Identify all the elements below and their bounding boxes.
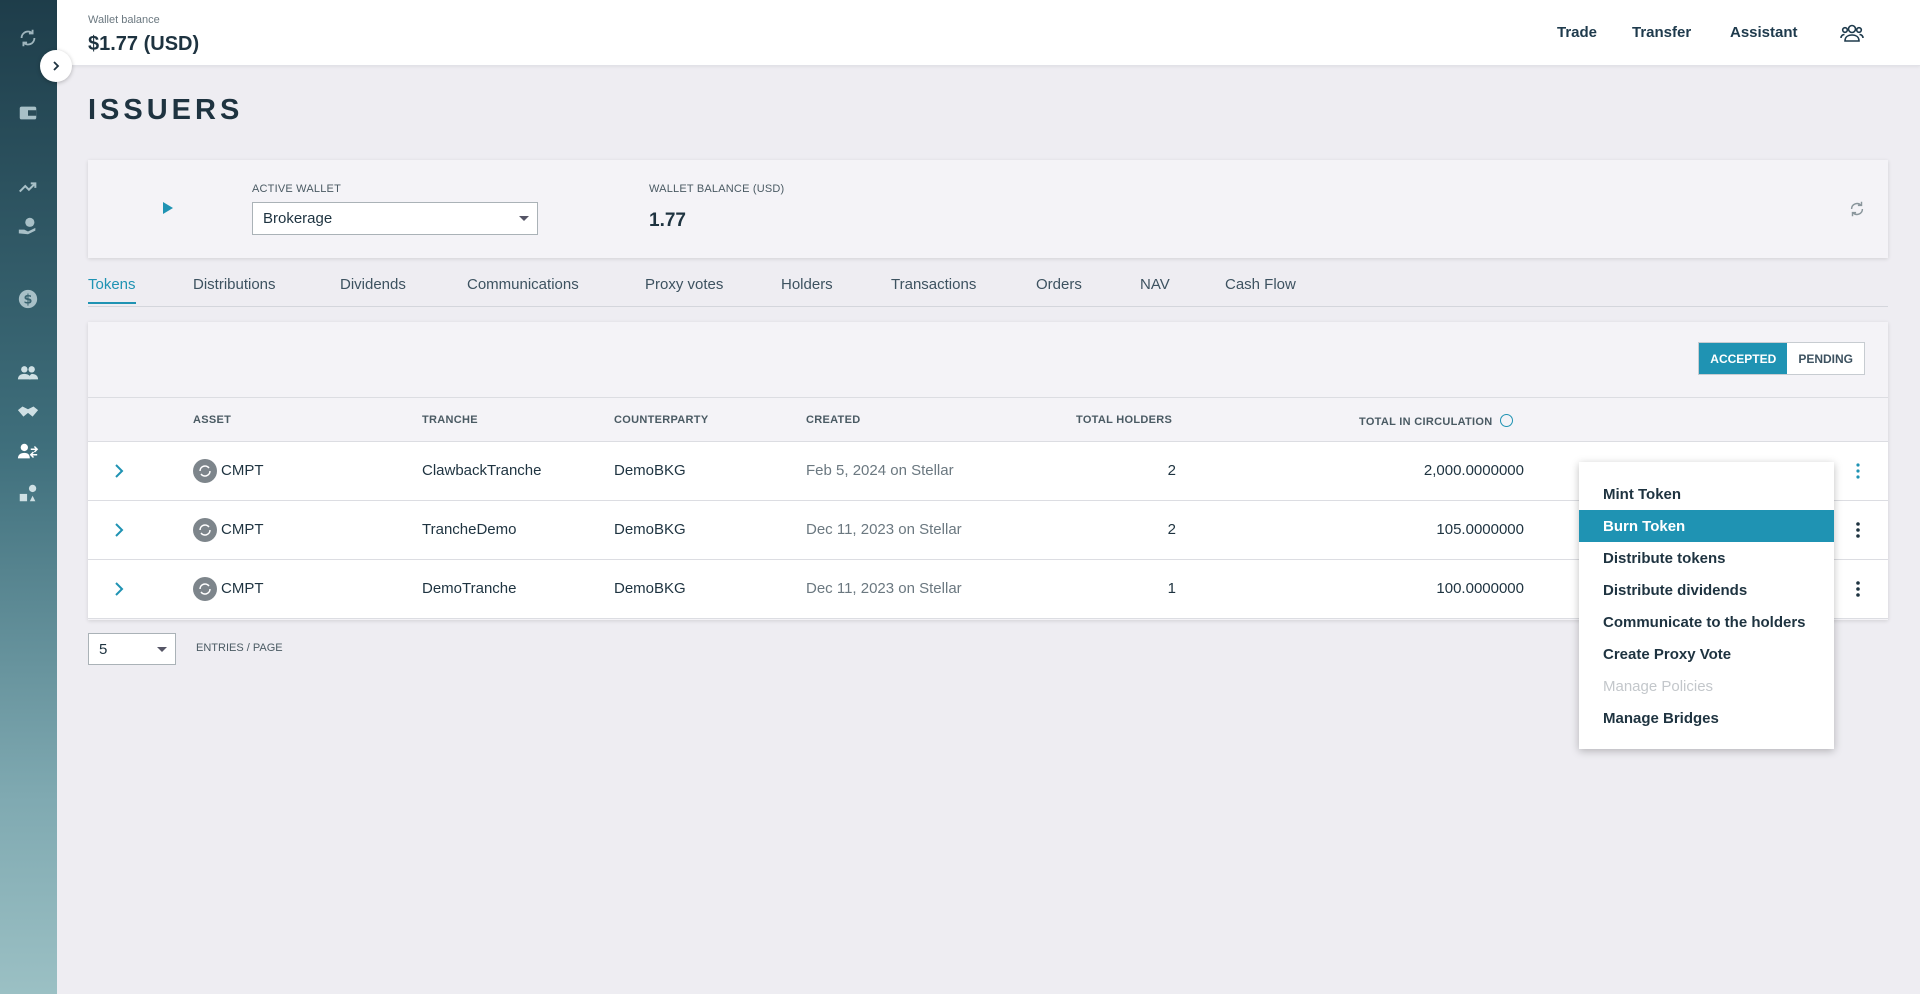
- col-created[interactable]: CREATED: [806, 414, 860, 426]
- menu-manage-bridges[interactable]: Manage Bridges: [1579, 702, 1834, 734]
- cell-tranche: DemoTranche: [422, 580, 517, 597]
- caret-down-icon: [519, 216, 529, 221]
- tab-tokens[interactable]: Tokens: [88, 276, 136, 304]
- row-menu-icon[interactable]: [1856, 520, 1860, 540]
- active-wallet-select[interactable]: Brokerage: [252, 202, 538, 235]
- cell-total-holders: 2: [1167, 462, 1176, 479]
- cell-total-in-circulation: 2,000.0000000: [1423, 462, 1524, 479]
- cell-total-holders: 1: [1167, 580, 1176, 597]
- page-size-select[interactable]: 5: [88, 633, 176, 665]
- logo-icon[interactable]: [16, 26, 40, 50]
- asset-icon: [193, 577, 217, 601]
- accepted-toggle-button[interactable]: ACCEPTED: [1699, 343, 1788, 374]
- cell-total-in-circulation: 100.0000000: [1436, 580, 1524, 597]
- status-toggle: ACCEPTED PENDING: [1698, 342, 1865, 375]
- menu-burn-token[interactable]: Burn Token: [1579, 510, 1834, 542]
- wallet-balance-value: 1.77: [649, 210, 686, 231]
- sidebar: $: [0, 0, 57, 994]
- nav-transfer[interactable]: Transfer: [1632, 24, 1691, 41]
- col-tranche[interactable]: TRANCHE: [422, 414, 478, 426]
- handshake-icon[interactable]: [16, 400, 40, 424]
- col-total-in-circulation[interactable]: TOTAL IN CIRCULATION: [1359, 414, 1513, 428]
- user-group-icon[interactable]: [1840, 21, 1864, 45]
- cell-asset: CMPT: [221, 521, 264, 538]
- dollar-icon[interactable]: $: [16, 287, 40, 311]
- tab-holders[interactable]: Holders: [781, 276, 833, 302]
- menu-mint-token[interactable]: Mint Token: [1579, 478, 1834, 510]
- cell-counterparty: DemoBKG: [614, 521, 686, 538]
- play-icon[interactable]: [163, 202, 173, 214]
- nav-trade[interactable]: Trade: [1557, 24, 1597, 41]
- active-wallet-label: ACTIVE WALLET: [252, 183, 341, 195]
- tabs-bar: Tokens Distributions Dividends Communica…: [88, 274, 1888, 307]
- tab-nav[interactable]: NAV: [1140, 276, 1170, 302]
- wallet-balance-label: WALLET BALANCE (USD): [649, 183, 785, 195]
- cell-created: Dec 11, 2023 on Stellar: [806, 580, 962, 597]
- expand-chevron-icon[interactable]: [114, 523, 124, 537]
- row-actions-menu: Mint Token Burn Token Distribute tokens …: [1579, 462, 1834, 749]
- expand-chevron-icon[interactable]: [114, 582, 124, 596]
- tab-proxy-votes[interactable]: Proxy votes: [645, 276, 723, 302]
- cell-total-in-circulation: 105.0000000: [1436, 521, 1524, 538]
- trending-icon[interactable]: [16, 175, 40, 199]
- menu-communicate-holders[interactable]: Communicate to the holders: [1579, 606, 1834, 638]
- tab-orders[interactable]: Orders: [1036, 276, 1082, 302]
- wallet-card: ACTIVE WALLET Brokerage WALLET BALANCE (…: [88, 160, 1888, 258]
- page-size-value: 5: [99, 641, 108, 658]
- cell-created: Feb 5, 2024 on Stellar: [806, 462, 954, 479]
- cell-asset: CMPT: [221, 462, 264, 479]
- header-balance-label: Wallet balance: [88, 14, 160, 26]
- tab-cash-flow[interactable]: Cash Flow: [1225, 276, 1296, 302]
- info-icon[interactable]: [1499, 414, 1513, 427]
- active-wallet-value: Brokerage: [263, 210, 333, 227]
- col-total-in-circulation-label: TOTAL IN CIRCULATION: [1359, 416, 1493, 428]
- cell-total-holders: 2: [1167, 521, 1176, 538]
- col-counterparty[interactable]: COUNTERPARTY: [614, 414, 708, 426]
- page-title: ISSUERS: [88, 94, 244, 126]
- table-header: ASSET TRANCHE COUNTERPARTY CREATED TOTAL…: [88, 397, 1888, 442]
- row-menu-icon[interactable]: [1856, 461, 1860, 481]
- col-asset[interactable]: ASSET: [193, 414, 231, 426]
- tab-distributions[interactable]: Distributions: [193, 276, 276, 302]
- top-header: Wallet balance $1.77 (USD) Trade Transfe…: [57, 0, 1920, 66]
- wallet-icon[interactable]: [16, 101, 40, 125]
- tab-communications[interactable]: Communications: [467, 276, 579, 302]
- entries-per-page-label: ENTRIES / PAGE: [196, 642, 283, 654]
- shapes-icon[interactable]: [16, 481, 40, 505]
- row-menu-icon[interactable]: [1856, 579, 1860, 599]
- cell-tranche: TrancheDemo: [422, 521, 517, 538]
- hand-money-icon[interactable]: [16, 214, 40, 238]
- users-icon[interactable]: [16, 361, 40, 385]
- cell-counterparty: DemoBKG: [614, 462, 686, 479]
- col-total-holders[interactable]: TOTAL HOLDERS: [1076, 414, 1172, 426]
- tab-dividends[interactable]: Dividends: [340, 276, 406, 302]
- menu-distribute-tokens[interactable]: Distribute tokens: [1579, 542, 1834, 574]
- pending-toggle-button[interactable]: PENDING: [1787, 343, 1864, 374]
- menu-create-proxy-vote[interactable]: Create Proxy Vote: [1579, 638, 1834, 670]
- sidebar-expand-button[interactable]: [40, 50, 72, 82]
- expand-chevron-icon[interactable]: [114, 464, 124, 478]
- svg-text:$: $: [24, 293, 33, 308]
- nav-assistant[interactable]: Assistant: [1730, 24, 1798, 41]
- cell-asset: CMPT: [221, 580, 264, 597]
- header-balance-value: $1.77 (USD): [88, 33, 200, 55]
- menu-distribute-dividends[interactable]: Distribute dividends: [1579, 574, 1834, 606]
- caret-down-icon: [157, 647, 167, 652]
- refresh-icon[interactable]: [1848, 200, 1866, 218]
- asset-icon: [193, 518, 217, 542]
- cell-counterparty: DemoBKG: [614, 580, 686, 597]
- cell-created: Dec 11, 2023 on Stellar: [806, 521, 962, 538]
- cell-tranche: ClawbackTranche: [422, 462, 542, 479]
- asset-icon: [193, 459, 217, 483]
- issuers-icon[interactable]: [16, 440, 40, 464]
- menu-manage-policies: Manage Policies: [1603, 677, 1714, 695]
- tab-transactions[interactable]: Transactions: [891, 276, 976, 302]
- chevron-right-icon: [53, 61, 60, 71]
